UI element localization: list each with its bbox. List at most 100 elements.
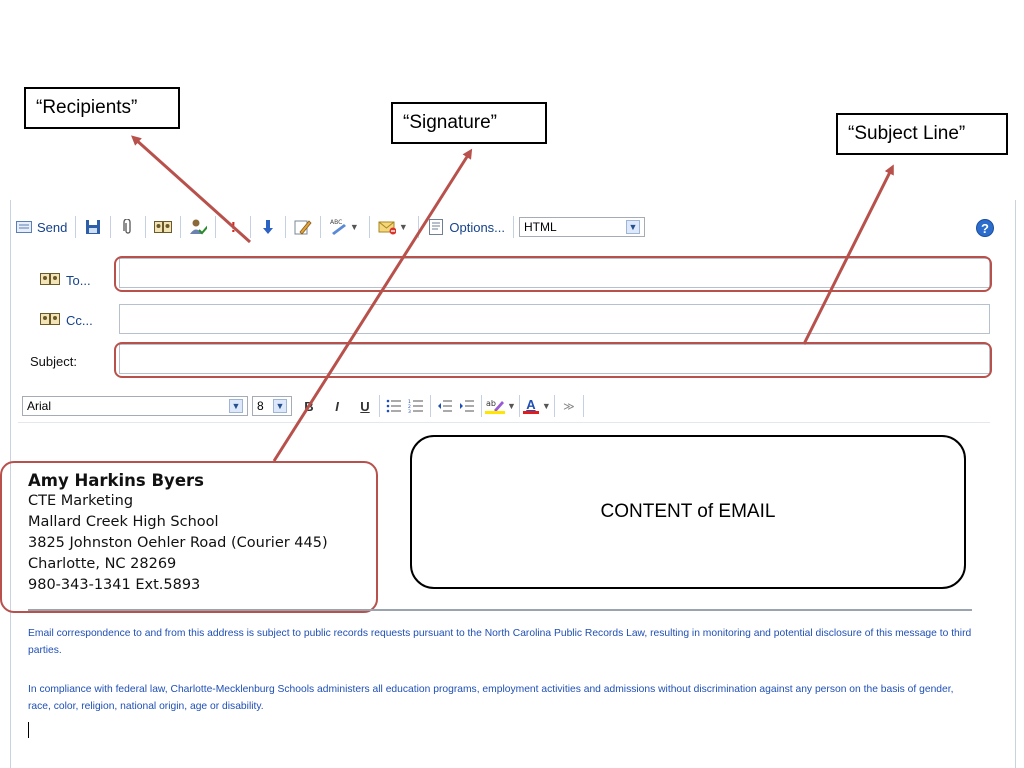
bullets-button[interactable]: [383, 395, 405, 417]
address-book-icon: [40, 272, 60, 289]
callout-subject-line: “Subject Line”: [836, 113, 1008, 155]
callout-recipients: “Recipients”: [24, 87, 180, 129]
dropdown-caret-icon[interactable]: ▼: [347, 218, 361, 236]
to-label: To...: [66, 273, 91, 288]
signature-line: 3825 Johnston Oehler Road (Courier 445): [28, 535, 328, 551]
toolbar-separator: [285, 216, 287, 238]
font-family-value: Arial: [27, 399, 52, 413]
subject-highlight: [114, 342, 992, 378]
spelling-button[interactable]: ABC ▼: [324, 214, 366, 240]
public-records-disclaimer: Email correspondence to and from this ad…: [28, 628, 972, 656]
importance-high-button[interactable]: !: [219, 214, 247, 240]
envelope-flag-icon: [378, 218, 397, 236]
subject-label: Subject:: [30, 354, 77, 369]
cc-label: Cc...: [66, 313, 93, 328]
toolbar-separator: [418, 216, 420, 238]
toolbar-separator: [518, 395, 520, 417]
email-content-placeholder: CONTENT of EMAIL: [410, 435, 966, 589]
message-format-select[interactable]: HTML ▼: [519, 217, 646, 237]
chevron-down-icon: ▼: [626, 220, 641, 234]
save-icon: [84, 218, 102, 236]
font-color-button[interactable]: A ▼: [522, 395, 551, 417]
outdent-icon: [438, 400, 452, 412]
font-size-value: 8: [257, 399, 264, 413]
send-icon: [15, 218, 33, 236]
numbered-list-icon: 123: [408, 399, 423, 413]
bold-button[interactable]: B: [298, 395, 320, 417]
font-family-select[interactable]: Arial ▼: [22, 396, 248, 416]
toolbar-separator: [369, 216, 371, 238]
toolbar-separator: [145, 216, 147, 238]
signature-line: Charlotte, NC 28269: [28, 556, 177, 572]
indent-icon: [460, 400, 474, 412]
send-button[interactable]: Send: [10, 214, 72, 240]
signature-divider: [28, 609, 972, 611]
toolbar-separator: [75, 216, 77, 238]
toolbar-separator: [215, 216, 217, 238]
decrease-indent-button[interactable]: [434, 395, 456, 417]
double-chevron-down-icon: ≫: [563, 400, 575, 413]
text-cursor: [28, 722, 29, 738]
font-color-icon: A: [522, 398, 539, 414]
importance-low-button[interactable]: [254, 214, 282, 240]
email-signature: Amy Harkins Byers CTE Marketing Mallard …: [28, 470, 328, 596]
cc-field[interactable]: [119, 304, 990, 334]
toolbar-separator: [481, 395, 482, 417]
toolbar-separator: [513, 216, 515, 238]
font-size-select[interactable]: 8 ▼: [252, 396, 292, 416]
spell-check-icon: ABC: [329, 218, 347, 236]
increase-indent-button[interactable]: [456, 395, 478, 417]
toolbar-separator: [180, 216, 182, 238]
highlighter-icon: ab: [485, 399, 505, 414]
message-format-value: HTML: [524, 220, 557, 234]
options-button[interactable]: Options...: [422, 214, 510, 240]
toolbar-separator: [553, 395, 555, 417]
toolbar-separator: [582, 395, 584, 417]
toolbar-separator: [110, 216, 112, 238]
signature-line: CTE Marketing: [28, 493, 134, 509]
chevron-down-icon: ▼: [273, 399, 287, 413]
exclamation-icon: !: [230, 218, 236, 236]
edit-signature-button[interactable]: [289, 214, 317, 240]
send-label: Send: [37, 219, 68, 235]
bullet-list-icon: [386, 399, 401, 413]
underline-button[interactable]: U: [354, 395, 376, 417]
signature-name: Amy Harkins Byers: [28, 471, 204, 490]
attach-button[interactable]: [114, 214, 142, 240]
toolbar-separator: [250, 216, 252, 238]
to-button[interactable]: To...: [40, 272, 91, 289]
compose-toolbar: Send ! ABC ▼ ▼ Options... HTML ▼: [10, 206, 1014, 248]
more-options-button[interactable]: ≫: [558, 395, 580, 417]
check-names-button[interactable]: [184, 214, 212, 240]
address-book-button[interactable]: [149, 214, 177, 240]
signature-line: 980-343-1341 Ext.5893: [28, 577, 201, 593]
options-icon: [427, 218, 445, 236]
dropdown-caret-icon[interactable]: ▼: [542, 401, 551, 411]
toolbar-separator: [320, 216, 322, 238]
nondiscrimination-disclaimer: In compliance with federal law, Charlott…: [28, 684, 954, 712]
dropdown-caret-icon[interactable]: ▼: [396, 218, 410, 236]
message-tracking-button[interactable]: ▼: [373, 214, 415, 240]
highlight-button[interactable]: ab ▼: [485, 395, 516, 417]
toolbar-separator: [430, 395, 431, 417]
svg-text:ABC: ABC: [330, 219, 342, 226]
svg-text:3: 3: [408, 409, 411, 413]
formatting-toolbar: Arial ▼ 8 ▼ B I U 123 ab ▼ A ▼ ≫: [18, 390, 990, 423]
callout-signature: “Signature”: [391, 102, 547, 144]
italic-button[interactable]: I: [326, 395, 348, 417]
dropdown-caret-icon[interactable]: ▼: [507, 401, 516, 411]
numbering-button[interactable]: 123: [405, 395, 427, 417]
address-book-icon: [154, 218, 173, 236]
toolbar-separator: [379, 395, 380, 417]
options-label: Options...: [449, 219, 506, 235]
save-button[interactable]: [79, 214, 107, 240]
cc-button[interactable]: Cc...: [40, 312, 93, 329]
paperclip-icon: [119, 218, 137, 236]
down-arrow-icon: [259, 218, 277, 236]
signature-line: Mallard Creek High School: [28, 514, 219, 530]
chevron-down-icon: ▼: [229, 399, 243, 413]
check-names-icon: [189, 218, 208, 236]
svg-text:ab: ab: [486, 399, 496, 408]
help-icon[interactable]: ?: [976, 219, 994, 237]
recipients-highlight: [114, 256, 992, 292]
